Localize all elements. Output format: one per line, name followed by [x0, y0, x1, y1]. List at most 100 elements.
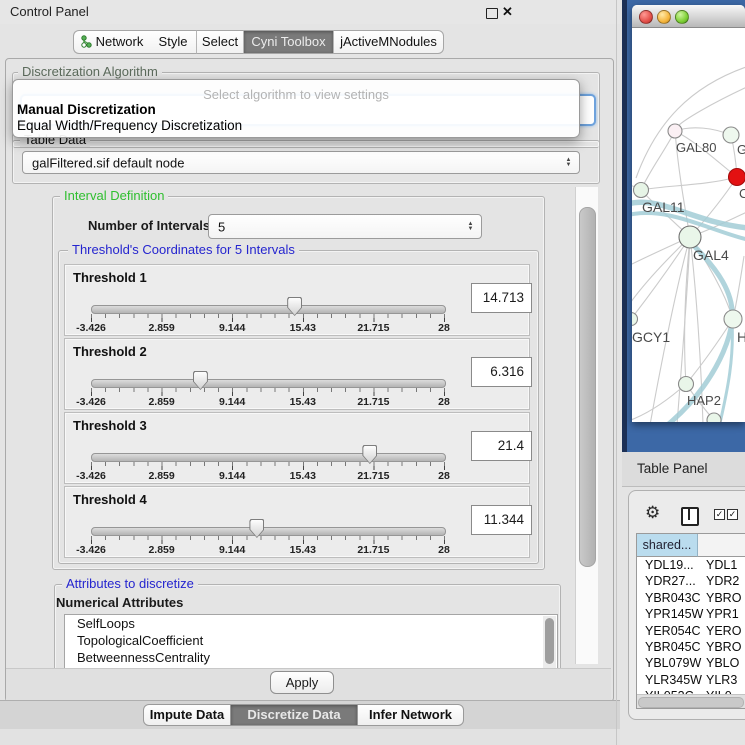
tab-label: Style — [159, 34, 188, 49]
minimize-traffic-light[interactable] — [657, 10, 671, 24]
threshold-value-field[interactable]: 21.4 — [471, 431, 532, 461]
numerical-attributes-list[interactable]: SelfLoopsTopologicalCoefficientBetweenne… — [64, 614, 558, 670]
network-frame-edge — [622, 0, 627, 452]
slider-track[interactable] — [91, 379, 446, 388]
cell-name[interactable]: YBRO — [706, 639, 741, 655]
tab-impute-data[interactable]: Impute Data — [143, 704, 231, 726]
tab-network[interactable]: Network — [73, 30, 151, 54]
network-canvas[interactable]: GAL80 GA C GAL11 GAL4 GCY1 H HAP2 — [632, 28, 745, 422]
slider-track[interactable] — [91, 527, 446, 536]
cell-name[interactable]: YDL1 — [706, 557, 737, 573]
node-label: GAL11 — [642, 199, 685, 215]
tick-label: 2.859 — [148, 470, 174, 482]
slider-track[interactable] — [91, 305, 446, 314]
table-row[interactable]: YLR345WYLR3 — [637, 672, 745, 688]
table-row[interactable]: YDL19... YDL1 — [637, 557, 745, 573]
threshold-value-field[interactable]: 14.713 — [471, 283, 532, 313]
float-window-icon[interactable] — [486, 8, 498, 19]
table-row[interactable]: YER054C YERO — [637, 623, 745, 639]
tick-label: 9.144 — [219, 322, 245, 334]
table-row[interactable]: YPR145WYPR1 — [637, 606, 745, 622]
column-header-shared-name[interactable]: shared... — [637, 534, 698, 557]
attribute-item[interactable]: SelfLoops — [65, 615, 557, 632]
apply-button[interactable]: Apply — [270, 671, 334, 694]
node-label: GAL4 — [693, 247, 729, 263]
node-gal11[interactable] — [634, 183, 649, 198]
cell-name[interactable]: YDR2 — [706, 573, 739, 589]
network-window-titlebar[interactable] — [632, 5, 745, 28]
scrollbar-thumb[interactable] — [579, 207, 596, 567]
checkbox-icon[interactable]: ✓ — [714, 509, 725, 520]
table-row[interactable]: YBR045C YBRO — [637, 639, 745, 655]
tab-select[interactable]: Select — [197, 30, 244, 54]
tick-label: 21.715 — [357, 470, 389, 482]
tick-label: 15.43 — [290, 396, 316, 408]
tick-label: 21.715 — [357, 544, 389, 556]
gear-icon[interactable]: ⚙ — [645, 503, 660, 523]
slider-track[interactable] — [91, 453, 446, 462]
table-row[interactable]: YBL079W YBLO — [637, 655, 745, 671]
tick-label: 9.144 — [219, 470, 245, 482]
cell-shared-name[interactable]: YDR27... — [645, 573, 696, 589]
tab-label: Cyni Toolbox — [251, 34, 325, 49]
node-gal80[interactable] — [668, 124, 682, 138]
tab-cyni-toolbox[interactable]: Cyni Toolbox — [244, 30, 334, 54]
tab-infer-network[interactable]: Infer Network — [357, 704, 464, 726]
threshold-panel: Threshold 4 -3.4262.8599.14415.4321.7152… — [64, 486, 530, 558]
threshold-value-field[interactable]: 6.316 — [471, 357, 532, 387]
cell-shared-name[interactable]: YBR043C — [645, 590, 701, 606]
cell-shared-name[interactable]: YBL079W — [645, 655, 701, 671]
cell-name[interactable]: YLR3 — [706, 672, 737, 688]
threshold-value-field[interactable]: 11.344 — [471, 505, 532, 535]
combo-spinner-icon[interactable]: ▲▼ — [564, 158, 573, 168]
tick-label: 2.859 — [148, 544, 174, 556]
table-data-combobox[interactable]: galFiltered.sif default node ▲▼ — [22, 151, 580, 174]
split-columns-icon[interactable] — [681, 507, 699, 526]
checkbox-icon[interactable]: ✓ — [727, 509, 738, 520]
tick-label: 15.43 — [290, 470, 316, 482]
cell-shared-name[interactable]: YBR045C — [645, 639, 701, 655]
slider-minor-ticks — [91, 462, 445, 466]
table-row[interactable]: YBR043C YBRO — [637, 590, 745, 606]
node-right-mid[interactable] — [724, 310, 742, 328]
cell-name[interactable]: YBLO — [706, 655, 739, 671]
attribute-item[interactable]: BetweennessCentrality — [65, 649, 557, 666]
number-of-intervals-value: 5 — [218, 219, 225, 234]
number-of-intervals-combobox[interactable]: 5 ▲▼ — [208, 214, 482, 239]
cell-name[interactable]: YERO — [706, 623, 741, 639]
cell-shared-name[interactable]: YLR345W — [645, 672, 702, 688]
column-header-name[interactable]: n — [698, 534, 745, 557]
tab-style[interactable]: Style — [150, 30, 197, 54]
node-gcy1[interactable] — [632, 313, 638, 326]
settings-vertical-scrollbar[interactable] — [575, 187, 598, 664]
popup-option-equal-width-frequency[interactable]: Equal Width/Frequency Discretization — [17, 118, 242, 133]
node-red-selected[interactable] — [729, 169, 745, 186]
bottom-filler — [0, 729, 620, 745]
table-horizontal-scrollbar[interactable] — [637, 694, 745, 708]
attributes-scrollbar[interactable] — [543, 616, 556, 668]
tab-discretize-data[interactable]: Discretize Data — [230, 704, 358, 726]
zoom-traffic-light[interactable] — [675, 10, 689, 24]
cell-name[interactable]: YBRO — [706, 590, 741, 606]
combo-spinner-icon[interactable]: ▲▼ — [466, 222, 475, 232]
popup-option-manual-discretization[interactable]: Manual Discretization — [17, 102, 156, 117]
cell-shared-name[interactable]: YDL19... — [645, 557, 694, 573]
attribute-item[interactable]: TopologicalCoefficient — [65, 632, 557, 649]
cell-name[interactable]: YPR1 — [706, 606, 739, 622]
node-table[interactable]: shared... n YDL19...YDL1YDR27...YDR2YBR0… — [636, 533, 745, 709]
tab-jactivemnodules[interactable]: jActiveMNodules — [334, 30, 444, 54]
tick-label: 9.144 — [219, 544, 245, 556]
table-row[interactable]: YDR27... YDR2 — [637, 573, 745, 589]
scrollbar-thumb[interactable] — [545, 618, 554, 664]
node-top-right[interactable] — [723, 127, 739, 143]
cell-shared-name[interactable]: YPR145W — [645, 606, 703, 622]
cell-shared-name[interactable]: YER054C — [645, 623, 701, 639]
node-gal4[interactable] — [679, 226, 701, 248]
scrollbar-thumb[interactable] — [638, 697, 744, 708]
node-hap2[interactable] — [679, 377, 694, 392]
node-label: C — [739, 186, 745, 201]
tick-label: 21.715 — [357, 322, 389, 334]
close-icon[interactable]: ✕ — [502, 4, 513, 20]
node-bottom[interactable] — [707, 413, 721, 422]
close-traffic-light[interactable] — [639, 10, 653, 24]
